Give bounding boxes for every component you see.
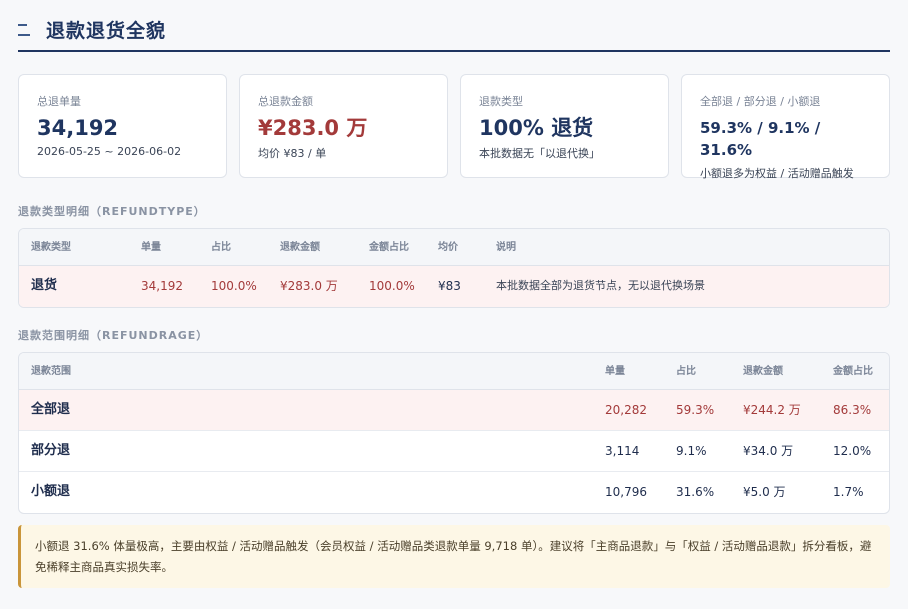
- column-header: 金额占比: [833, 366, 873, 377]
- cell-avg: ¥83: [438, 279, 461, 293]
- menu-lines-icon: [18, 24, 32, 36]
- column-header: 金额占比: [369, 242, 409, 253]
- column-header: 占比: [676, 366, 696, 377]
- table-row: 全部退 20,282 59.3% ¥244.2 万 86.3%: [19, 390, 889, 431]
- cell-amount: ¥34.0 万: [743, 444, 794, 458]
- cell-note: 本批数据全部为退货节点，无以退代换场景: [496, 279, 705, 292]
- cell-amount: ¥5.0 万: [743, 485, 786, 499]
- column-header: 退款金额: [743, 366, 783, 377]
- page-title: 退款退货全貌: [46, 19, 167, 42]
- cell-range: 全部退: [31, 402, 71, 417]
- card-label: 退款类型: [479, 95, 523, 108]
- cell-amount-share: 86.3%: [833, 403, 872, 417]
- cell-range: 小额退: [31, 484, 71, 499]
- column-header: 均价: [438, 242, 458, 253]
- section-title-refund-type: 退款类型明细（REFUNDTYPE）: [18, 205, 206, 218]
- card-sub: 本批数据无「以退代换」: [479, 147, 600, 160]
- cell-amount: ¥283.0 万: [280, 279, 338, 293]
- table-row: 小额退 10,796 31.6% ¥5.0 万 1.7%: [19, 472, 889, 513]
- cell-count: 34,192: [141, 279, 183, 293]
- page-header: 退款退货全貌: [18, 8, 890, 52]
- cell-share: 59.3%: [676, 403, 715, 417]
- card-value: 34,192: [37, 116, 119, 140]
- card-value: 100% 退货: [479, 116, 594, 140]
- column-header: 退款范围: [31, 366, 71, 377]
- cell-amount: ¥244.2 万: [743, 403, 801, 417]
- card-label: 全部退 / 部分退 / 小额退: [700, 95, 821, 108]
- cell-amount-share: 12.0%: [833, 444, 872, 458]
- cell-share: 9.1%: [676, 444, 707, 458]
- table-header: 退款类型 单量 占比 退款金额 金额占比 均价 说明: [19, 229, 889, 266]
- table-row: 部分退 3,114 9.1% ¥34.0 万 12.0%: [19, 431, 889, 472]
- card-label: 总退款金额: [258, 95, 313, 108]
- kpi-card-refund-range: 全部退 / 部分退 / 小额退 59.3% / 9.1% / 31.6% 小额退…: [681, 74, 890, 180]
- cell-amount-share: 100.0%: [369, 279, 415, 293]
- cell-range: 部分退: [31, 443, 71, 458]
- cell-count: 3,114: [605, 444, 640, 458]
- cell-count: 10,796: [605, 485, 647, 499]
- insight-callout: 小额退 31.6% 体量极高，主要由权益 / 活动赠品触发（会员权益 / 活动赠…: [18, 525, 890, 588]
- cell-share: 100.0%: [211, 279, 257, 293]
- column-header: 单量: [141, 242, 161, 253]
- refund-range-table: 退款范围 单量 占比 退款金额 金额占比 全部退 20,282 59.3% ¥2…: [18, 352, 890, 514]
- refund-type-table: 退款类型 单量 占比 退款金额 金额占比 均价 说明 退货 34,192 100…: [18, 228, 890, 308]
- cell-amount-share: 1.7%: [833, 485, 864, 499]
- column-header: 占比: [211, 242, 231, 253]
- section-title-refund-range: 退款范围明细（REFUNDRAGE）: [18, 329, 209, 342]
- column-header: 退款金额: [280, 242, 320, 253]
- table-row: 退货 34,192 100.0% ¥283.0 万 100.0% ¥83 本批数…: [19, 266, 889, 307]
- kpi-card-refund-type: 退款类型 100% 退货 本批数据无「以退代换」: [460, 74, 669, 178]
- column-header: 退款类型: [31, 242, 71, 253]
- kpi-card-total-amount: 总退款金额 ¥283.0 万 均价 ¥83 / 单: [239, 74, 448, 178]
- card-label: 总退单量: [37, 95, 81, 108]
- card-sub: 均价 ¥83 / 单: [258, 147, 327, 160]
- card-sub: 小额退多为权益 / 活动赠品触发: [700, 167, 854, 180]
- cell-type: 退货: [31, 278, 58, 293]
- kpi-card-total-count: 总退单量 34,192 2026-05-25 ~ 2026-06-02: [18, 74, 227, 178]
- column-header: 单量: [605, 366, 625, 377]
- cell-share: 31.6%: [676, 485, 715, 499]
- table-header: 退款范围 单量 占比 退款金额 金额占比: [19, 353, 889, 390]
- card-sub: 2026-05-25 ~ 2026-06-02: [37, 145, 182, 158]
- card-value: ¥283.0 万: [258, 116, 368, 140]
- card-value: 59.3% / 9.1% / 31.6%: [700, 119, 821, 159]
- cell-count: 20,282: [605, 403, 647, 417]
- column-header: 说明: [496, 242, 516, 253]
